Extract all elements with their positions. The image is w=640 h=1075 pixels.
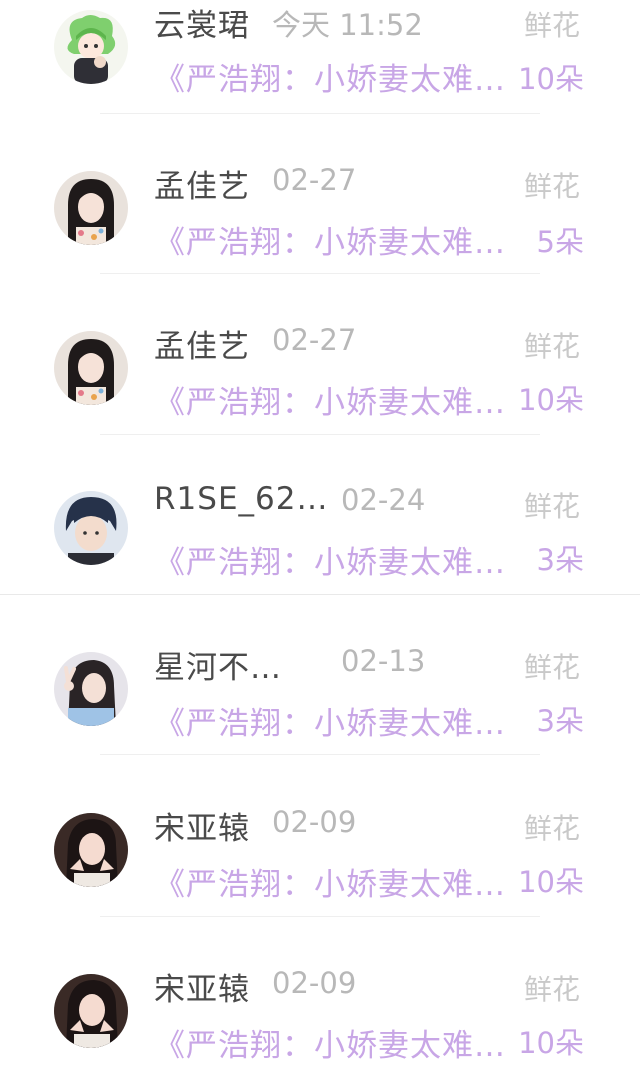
sender-name: 宋亚辕 xyxy=(154,972,250,1008)
gift-record-row[interactable]: 星河不… 02-13 鲜花 《严浩翔：小娇妻太难… 3朵 xyxy=(0,592,640,755)
avatar[interactable] xyxy=(54,10,128,84)
book-title[interactable]: 《严浩翔：小娇妻太难… xyxy=(154,859,506,904)
avatar[interactable] xyxy=(54,171,128,245)
avatar-girl-hands-icon xyxy=(54,974,128,1048)
sender-name: 星河不… xyxy=(154,650,282,686)
book-title[interactable]: 《严浩翔：小娇妻太难… xyxy=(154,54,506,99)
avatar-girl-peace-icon xyxy=(54,652,128,726)
sender-name: 孟佳艺 xyxy=(154,169,250,205)
avatar-girl-floral-icon xyxy=(54,171,128,245)
send-date: 02-09 xyxy=(272,805,357,839)
avatar[interactable] xyxy=(54,491,128,565)
book-title[interactable]: 《严浩翔：小娇妻太难… xyxy=(154,537,506,582)
gift-count: 10朵 xyxy=(518,1026,584,1060)
book-title[interactable]: 《严浩翔：小娇妻太难… xyxy=(154,377,506,422)
sender-name: 孟佳艺 xyxy=(154,329,250,365)
gift-type: 鲜花 xyxy=(524,812,581,845)
gift-type: 鲜花 xyxy=(524,170,581,203)
gift-record-row[interactable]: 云裳珺 今天 11:52 鲜花 《严浩翔：小娇妻太难… 10朵 xyxy=(0,0,640,114)
send-date: 02-24 xyxy=(341,483,426,517)
avatar-girl-hands-icon xyxy=(54,813,128,887)
gift-type: 鲜花 xyxy=(524,651,581,684)
gift-record-row[interactable]: 宋亚辕 02-09 鲜花 《严浩翔：小娇妻太难… 10朵 xyxy=(0,753,640,917)
avatar-girl-floral-icon xyxy=(54,331,128,405)
gift-type: 鲜花 xyxy=(524,973,581,1006)
gift-record-row[interactable]: 宋亚辕 02-09 鲜花 《严浩翔：小娇妻太难… 10朵 xyxy=(0,914,640,1075)
send-date: 今天 11:52 xyxy=(272,8,423,42)
gift-count: 5朵 xyxy=(536,225,584,259)
avatar[interactable] xyxy=(54,331,128,405)
gift-record-row[interactable]: 孟佳艺 02-27 鲜花 《严浩翔：小娇妻太难… 10朵 xyxy=(0,271,640,435)
sender-name: 宋亚辕 xyxy=(154,811,250,847)
book-title[interactable]: 《严浩翔：小娇妻太难… xyxy=(154,698,506,743)
gift-count: 3朵 xyxy=(536,543,584,577)
sender-name: R1SE_62… xyxy=(154,481,329,517)
book-title[interactable]: 《严浩翔：小娇妻太难… xyxy=(154,217,506,262)
gift-count: 10朵 xyxy=(518,865,584,899)
gift-type: 鲜花 xyxy=(524,330,581,363)
book-title[interactable]: 《严浩翔：小娇妻太难… xyxy=(154,1020,506,1065)
gift-type: 鲜花 xyxy=(524,490,581,523)
gift-count: 10朵 xyxy=(518,383,584,417)
send-date: 02-09 xyxy=(272,966,357,1000)
gift-count: 10朵 xyxy=(518,62,584,96)
avatar-anime-green-icon xyxy=(54,10,128,84)
send-date: 02-27 xyxy=(272,323,357,357)
avatar[interactable] xyxy=(54,652,128,726)
gift-type: 鲜花 xyxy=(524,9,581,42)
sender-name: 云裳珺 xyxy=(154,8,250,44)
gift-record-row[interactable]: 孟佳艺 02-27 鲜花 《严浩翔：小娇妻太难… 5朵 xyxy=(0,111,640,274)
avatar[interactable] xyxy=(54,974,128,1048)
avatar-boy-icon xyxy=(54,491,128,565)
gift-record-row[interactable]: R1SE_62… 02-24 鲜花 《严浩翔：小娇妻太难… 3朵 xyxy=(0,431,640,595)
gift-count: 3朵 xyxy=(536,704,584,738)
avatar[interactable] xyxy=(54,813,128,887)
send-date: 02-27 xyxy=(272,163,357,197)
send-date: 02-13 xyxy=(341,644,426,678)
